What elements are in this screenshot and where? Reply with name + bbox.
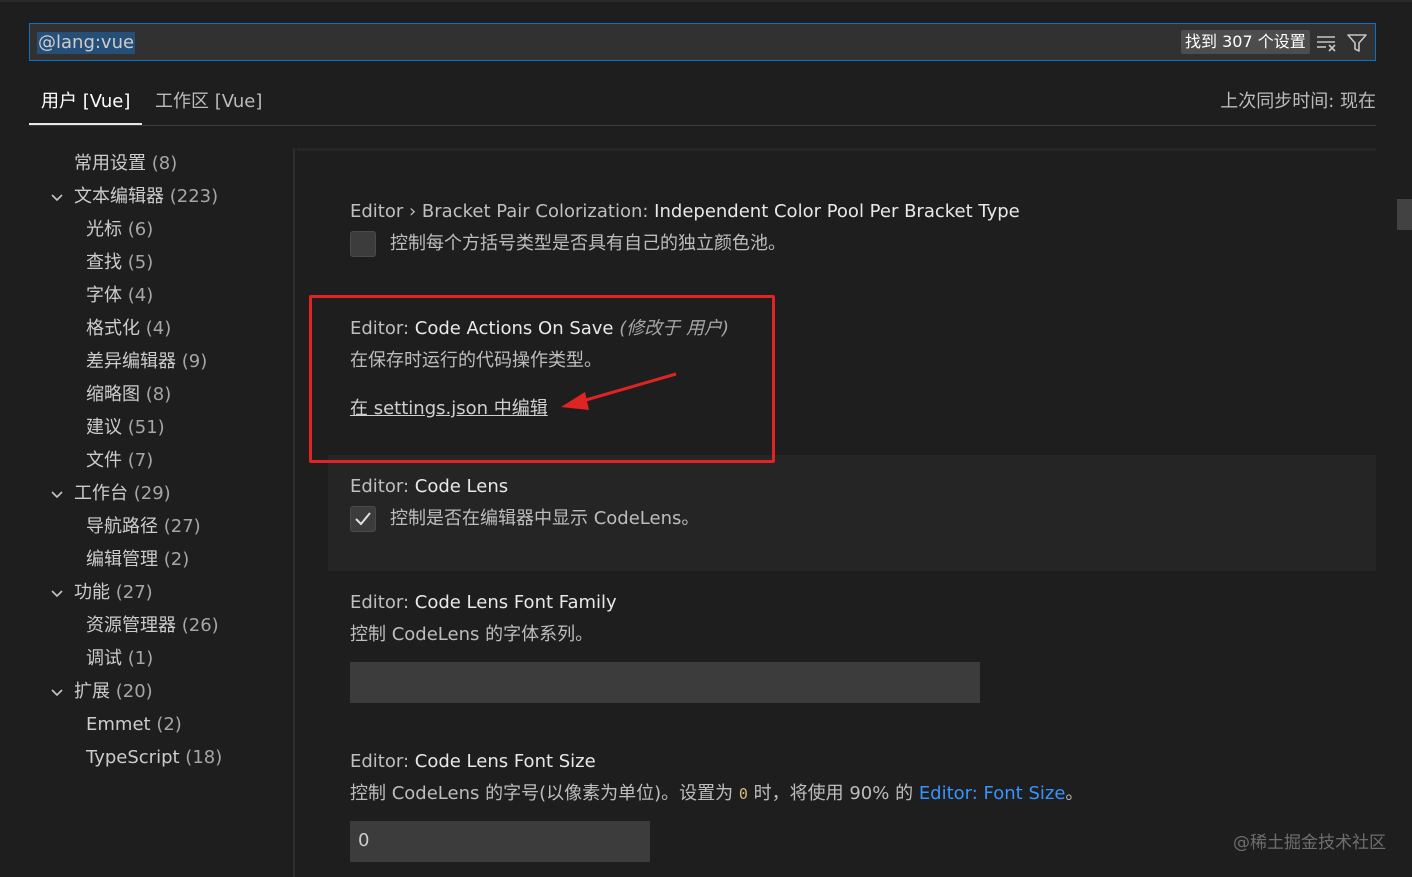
setting-desc-code-lens-font-family: 控制 CodeLens 的字体系列。 — [350, 624, 594, 645]
toc-item-breadcrumbs[interactable]: 导航路径 (27) — [86, 515, 201, 539]
tab-workspace[interactable]: 工作区 [Vue] — [155, 90, 262, 114]
toc-item-explorer[interactable]: 资源管理器 (26) — [86, 614, 219, 638]
font-size-setting-link[interactable]: Editor: Font Size — [919, 783, 1066, 804]
code-lens-font-size-input[interactable]: 0 — [350, 821, 650, 862]
bracket-pool-checkbox[interactable] — [350, 231, 376, 257]
setting-desc-code-lens-font-size: 控制 CodeLens 的字号(以像素为单位)。设置为 0 时，将使用 90% … — [350, 783, 1084, 804]
toc-item-workbench[interactable]: 工作台 (29) — [74, 482, 171, 506]
toc-item-suggestions[interactable]: 建议 (51) — [86, 416, 165, 440]
toc-item-cursor[interactable]: 光标 (6) — [86, 218, 153, 242]
toc-item-diff-editor[interactable]: 差异编辑器 (9) — [86, 350, 207, 374]
clear-filter-icon[interactable] — [1315, 32, 1337, 54]
code-lens-checkbox[interactable] — [350, 506, 376, 532]
setting-title-code-lens-font-family: Editor: Code Lens Font Family — [350, 592, 617, 613]
setting-desc-bracket-pool: 控制每个方括号类型是否具有自己的独立颜色池。 — [390, 233, 786, 254]
search-input[interactable]: @lang:vue — [37, 32, 136, 54]
toc-item-debug[interactable]: 调试 (1) — [86, 647, 153, 671]
toc-item-text-editor[interactable]: 文本编辑器 (223) — [74, 185, 218, 209]
chevron-down-icon[interactable] — [50, 488, 64, 502]
vertical-scrollbar-thumb[interactable] — [1397, 199, 1412, 230]
toc-item-extensions[interactable]: 扩展 (20) — [74, 680, 153, 704]
toc-divider — [293, 148, 295, 877]
toc-item-features[interactable]: 功能 (27) — [74, 581, 153, 605]
code-lens-font-family-input[interactable] — [350, 662, 980, 703]
check-icon — [355, 512, 371, 526]
toc-item-find[interactable]: 查找 (5) — [86, 251, 153, 275]
content-top-shadow — [297, 148, 1376, 151]
setting-title-code-lens-font-size: Editor: Code Lens Font Size — [350, 751, 596, 772]
toc-item-font[interactable]: 字体 (4) — [86, 284, 153, 308]
setting-title-code-lens: Editor: Code Lens — [350, 476, 509, 497]
chevron-down-icon[interactable] — [50, 686, 64, 700]
setting-desc-code-lens: 控制是否在编辑器中显示 CodeLens。 — [390, 508, 700, 529]
search-result-count: 找到 307 个设置 — [1181, 30, 1310, 54]
filter-icon[interactable] — [1346, 32, 1368, 54]
annotation-arrow-icon — [561, 372, 677, 410]
chevron-down-icon[interactable] — [50, 191, 64, 205]
toc-item-files[interactable]: 文件 (7) — [86, 449, 153, 473]
sync-status: 上次同步时间: 现在 — [1220, 91, 1376, 112]
setting-title-bracket-pool: Editor › Bracket Pair Colorization: Inde… — [350, 201, 1020, 222]
toc-item-commonly-used[interactable]: 常用设置 (8) — [74, 152, 177, 176]
toc-item-typescript[interactable]: TypeScript (18) — [86, 746, 222, 770]
toc-item-formatting[interactable]: 格式化 (4) — [86, 317, 171, 341]
annotation-highlight-box — [309, 295, 775, 463]
chevron-down-icon[interactable] — [50, 587, 64, 601]
window-top-edge — [0, 0, 1412, 2]
watermark: @稀土掘金技术社区 — [1233, 833, 1386, 853]
toc-item-minimap[interactable]: 缩略图 (8) — [86, 383, 171, 407]
tabs-divider — [29, 125, 1376, 126]
toc-item-emmet[interactable]: Emmet (2) — [86, 713, 182, 737]
tab-user[interactable]: 用户 [Vue] — [41, 90, 130, 114]
toc-item-editor-management[interactable]: 编辑管理 (2) — [86, 548, 189, 572]
settings-search-box[interactable]: @lang:vue 找到 307 个设置 — [29, 23, 1376, 61]
